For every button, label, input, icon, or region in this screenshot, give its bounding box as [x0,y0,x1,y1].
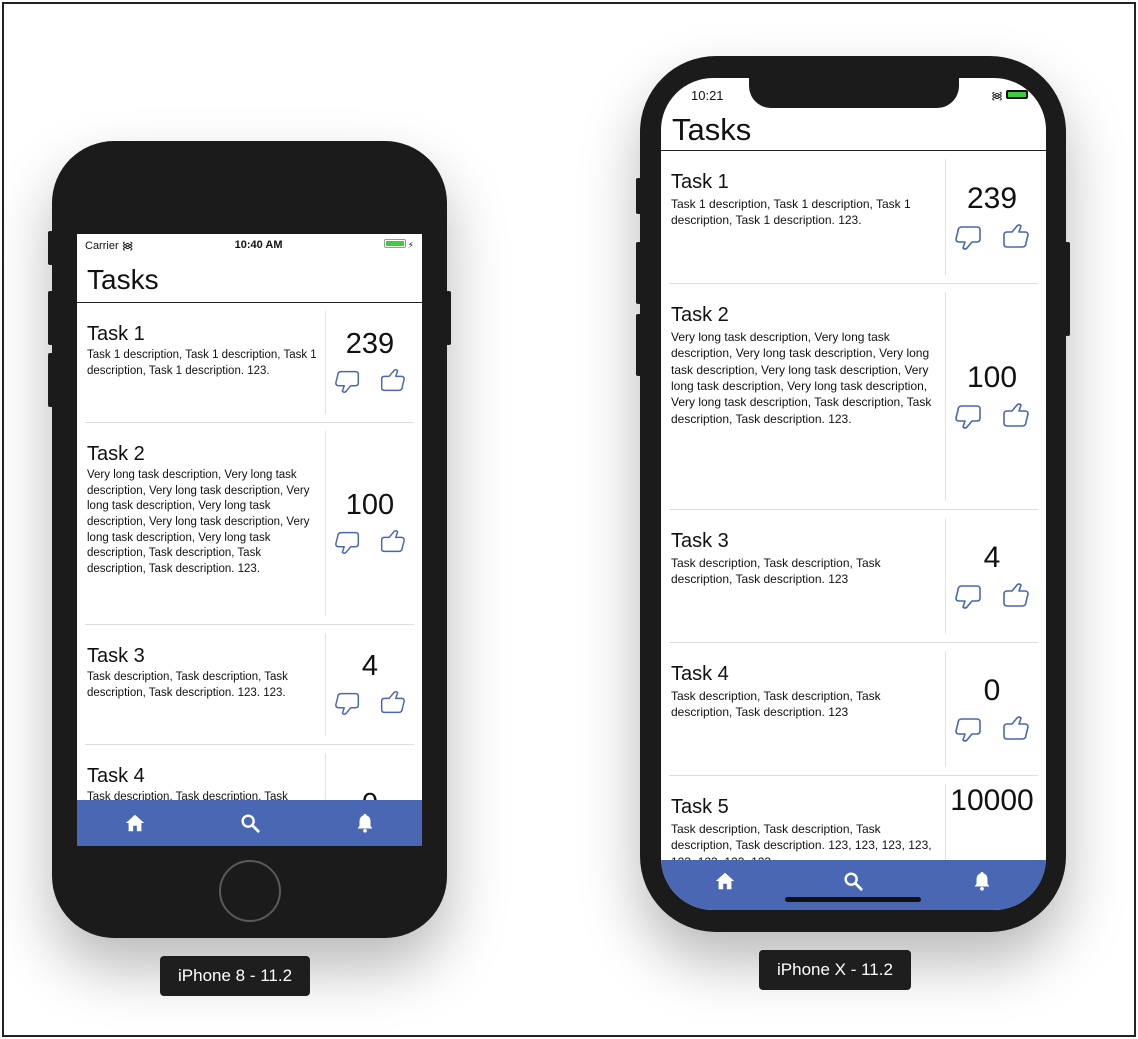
mute-switch [48,231,53,265]
iphone8-screen: Carrier ᯼ 10:40 AM ⚡ Tasks Task 1 Task 1… [77,234,422,846]
wifi-icon: ᯼ [991,90,1003,102]
task-name: Task 4 [671,663,729,685]
page-title: Tasks [661,112,1046,151]
thumbs-down-icon[interactable] [953,580,985,612]
thumbs-down-icon[interactable] [953,400,985,432]
thumbs-down-icon[interactable] [333,688,363,718]
vote-count: 4 [983,540,1001,574]
volume-up-button [636,242,641,304]
vote-panel: 100 [946,284,1038,509]
list-item: Task 3 Task description, Task descriptio… [669,510,1038,643]
thumbs-down-icon[interactable] [953,221,985,253]
mute-switch [636,178,641,214]
task-text: Task 2 Very long task description, Very … [85,431,326,616]
task-text: Task 3 Task description, Task descriptio… [85,633,326,736]
vote-count: 10000 [950,784,1034,817]
bell-icon[interactable] [962,861,1002,901]
thumbs-up-icon[interactable] [377,527,407,557]
task-name: Task 4 [87,765,145,787]
home-icon[interactable] [705,861,745,901]
task-list[interactable]: Task 1 Task 1 description, Task 1 descri… [77,303,422,846]
volume-up-button [48,291,53,345]
home-indicator[interactable] [785,897,921,902]
vote-count: 4 [361,649,379,682]
task-text: Task 3 Task description, Task descriptio… [669,518,946,634]
list-item: Task 1 Task 1 description, Task 1 descri… [669,151,1038,284]
task-description: Task 1 description, Task 1 description, … [87,349,317,377]
volume-down-button [48,353,53,407]
task-name: Task 2 [671,304,729,326]
thumbs-up-icon[interactable] [377,688,407,718]
iphone8-device: Carrier ᯼ 10:40 AM ⚡ Tasks Task 1 Task 1… [48,141,451,938]
thumbs-up-icon[interactable] [999,221,1031,253]
task-name: Task 3 [671,530,729,552]
thumbs-up-icon[interactable] [999,713,1031,745]
status-time: 10:21 [691,88,724,103]
wifi-icon: ᯼ [121,239,134,252]
vote-count: 239 [966,181,1018,215]
status-bar: Carrier ᯼ 10:40 AM ⚡ [77,234,422,256]
task-list[interactable]: Task 1 Task 1 description, Task 1 descri… [661,151,1046,886]
home-button[interactable] [219,860,281,922]
task-name: Task 5 [671,796,729,818]
vote-count: 100 [966,361,1018,394]
task-text: Task 1 Task 1 description, Task 1 descri… [669,159,946,275]
vote-panel: 4 [946,510,1038,642]
page-title: Tasks [77,256,422,303]
vote-panel: 4 [326,625,414,744]
volume-down-button [636,314,641,376]
thumbs-up-icon[interactable] [377,366,407,396]
task-name: Task 1 [87,323,145,345]
task-description: Very long task description, Very long ta… [87,469,310,575]
vote-panel: 100 [326,423,414,624]
task-description: Task 1 description, Task 1 description, … [671,197,911,228]
battery-icon: ⚡ [383,239,414,251]
task-name: Task 1 [671,171,729,193]
task-description: Task description, Task description, Task… [671,689,881,720]
thumbs-down-icon[interactable] [953,713,985,745]
task-name: Task 2 [87,443,145,465]
vote-count: 100 [345,488,395,521]
vote-panel: 239 [326,303,414,422]
thumbs-up-icon[interactable] [999,580,1031,612]
home-icon[interactable] [115,803,155,843]
search-icon[interactable] [230,803,270,843]
thumbs-up-icon[interactable] [999,400,1031,432]
vote-panel: 239 [946,151,1038,283]
vote-panel: 0 [946,643,1038,775]
list-item: Task 4 Task description, Task descriptio… [669,643,1038,776]
device-label-iphone8: iPhone 8 - 11.2 [160,956,311,996]
list-item: Task 3 Task description, Task descriptio… [85,625,414,745]
power-button [1065,242,1070,336]
device-label-iphonex: iPhone X - 11.2 [759,950,911,990]
search-icon[interactable] [833,861,873,901]
notch [749,78,959,108]
iphonex-device: 10:21 ᯼ Tasks Task 1 Task 1 description,… [636,56,1070,932]
power-button [446,291,451,345]
battery-icon: ᯼ [991,88,1028,103]
task-description: Very long task description, Very long ta… [671,330,932,426]
carrier-label: Carrier ᯼ [85,239,134,252]
bell-icon[interactable] [345,803,385,843]
task-text: Task 1 Task 1 description, Task 1 descri… [85,311,326,414]
list-item: Task 2 Very long task description, Very … [669,284,1038,510]
task-name: Task 3 [87,645,145,667]
list-item: Task 1 Task 1 description, Task 1 descri… [85,303,414,423]
task-text: Task 4 Task description, Task descriptio… [669,651,946,767]
task-description: Task description, Task description, Task… [87,671,288,699]
thumbs-down-icon[interactable] [333,527,363,557]
vote-count: 0 [983,673,1001,707]
status-time: 10:40 AM [234,239,283,251]
thumbs-down-icon[interactable] [333,366,363,396]
vote-count: 239 [345,327,395,360]
task-description: Task description, Task description, Task… [671,556,881,587]
task-text: Task 2 Very long task description, Very … [669,292,946,501]
iphonex-screen: 10:21 ᯼ Tasks Task 1 Task 1 description,… [661,78,1046,910]
tab-bar [77,800,422,846]
list-item: Task 2 Very long task description, Very … [85,423,414,625]
tab-bar [661,860,1046,910]
